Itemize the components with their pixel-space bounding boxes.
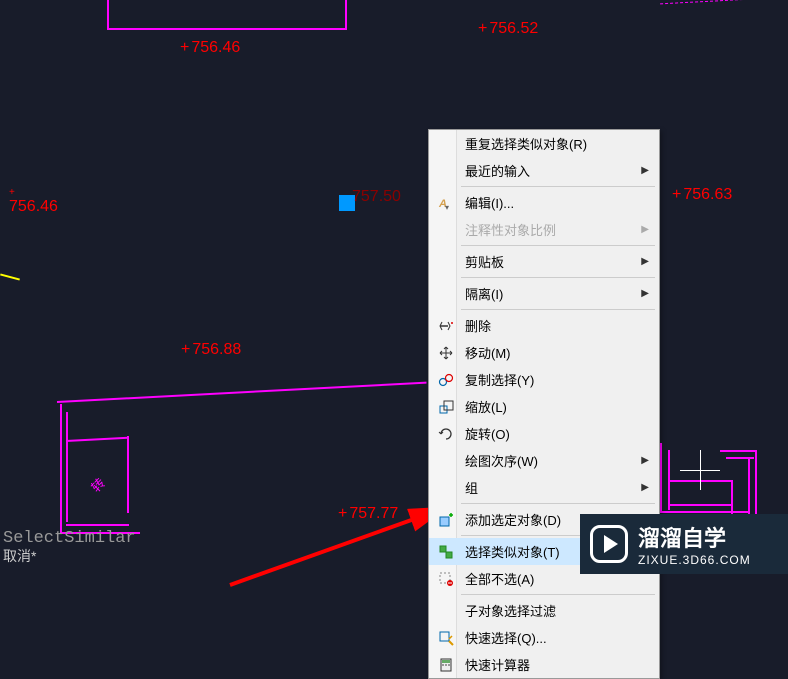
drawing-line: [0, 273, 20, 280]
menu-item-subobject-filter[interactable]: 子对象选择过滤: [429, 597, 659, 624]
chevron-right-icon: ▶: [641, 256, 649, 267]
crosshair-cursor: [680, 450, 720, 490]
play-icon: [590, 525, 628, 563]
menu-item-annotation-scale: 注释性对象比例 ▶: [429, 216, 659, 243]
menu-separator: [461, 594, 655, 595]
drawing-line: [660, 511, 750, 513]
drawing-line: [726, 457, 754, 459]
command-cancel: 取消*: [3, 546, 36, 566]
elevation-label: +756.88: [181, 341, 241, 359]
context-menu: 重复选择类似对象(R) 最近的输入 ▶ A▾ 编辑(I)... 注释性对象比例 …: [428, 129, 660, 679]
watermark-title: 溜溜自学: [638, 521, 751, 553]
menu-item-quick-select[interactable]: 快速选择(Q)...: [429, 624, 659, 651]
menu-item-edit[interactable]: A▾ 编辑(I)...: [429, 189, 659, 216]
delete-icon: [437, 317, 455, 335]
drawing-line: [107, 0, 109, 28]
menu-separator: [461, 309, 655, 310]
menu-separator: [461, 277, 655, 278]
chevron-right-icon: ▶: [641, 455, 649, 466]
drawing-line: [660, 0, 788, 4]
menu-separator: [461, 186, 655, 187]
drawing-line: [66, 412, 68, 522]
scale-icon: [437, 398, 455, 416]
menu-item-scale[interactable]: 缩放(L): [429, 393, 659, 420]
drawing-line: [57, 382, 427, 403]
watermark: 溜溜自学 ZIXUE.3D66.COM: [580, 514, 788, 574]
menu-item-repeat[interactable]: 重复选择类似对象(R): [429, 130, 659, 157]
menu-item-calculator[interactable]: 快速计算器: [429, 651, 659, 678]
drawing-line: [60, 404, 62, 532]
menu-item-draw-order[interactable]: 绘图次序(W) ▶: [429, 447, 659, 474]
elevation-label: +757.77: [338, 505, 398, 523]
menu-separator: [461, 503, 655, 504]
menu-item-clipboard[interactable]: 剪贴板 ▶: [429, 248, 659, 275]
drawing-line: [660, 443, 662, 513]
drawing-line: [668, 480, 733, 482]
copy-icon: [437, 371, 455, 389]
calculator-icon: [437, 656, 455, 674]
drawing-line: [345, 0, 347, 30]
quick-select-icon: [437, 629, 455, 647]
rotate-icon: [437, 425, 455, 443]
watermark-url: ZIXUE.3D66.COM: [638, 553, 751, 567]
elevation-label: +756.46: [9, 187, 58, 216]
elevation-label: +756.46: [180, 39, 240, 57]
drawing-line: [668, 504, 733, 506]
menu-item-recent-input[interactable]: 最近的输入 ▶: [429, 157, 659, 184]
add-select-icon: [437, 511, 455, 529]
elevation-label: +756.52: [478, 20, 538, 38]
chevron-right-icon: ▶: [641, 165, 649, 176]
chevron-right-icon: ▶: [641, 482, 649, 493]
drawing-line: [66, 437, 129, 442]
elevation-label: 757.50: [352, 188, 401, 206]
menu-item-copy[interactable]: 复制选择(Y): [429, 366, 659, 393]
svg-text:▾: ▾: [445, 203, 449, 211]
elevation-label: +756.63: [672, 186, 732, 204]
menu-item-isolate[interactable]: 隔离(I) ▶: [429, 280, 659, 307]
drawing-line: [107, 28, 347, 30]
drawing-line: [66, 524, 129, 526]
chevron-right-icon: ▶: [641, 288, 649, 299]
move-icon: [437, 344, 455, 362]
menu-item-rotate[interactable]: 旋转(O): [429, 420, 659, 447]
deselect-icon: [437, 570, 455, 588]
chevron-right-icon: ▶: [641, 224, 649, 235]
menu-separator: [461, 245, 655, 246]
edit-icon: A▾: [437, 194, 455, 212]
menu-item-delete[interactable]: 删除: [429, 312, 659, 339]
drawing-line: [720, 450, 755, 452]
drawing-line: [127, 436, 129, 513]
menu-item-move[interactable]: 移动(M): [429, 339, 659, 366]
menu-item-group[interactable]: 组 ▶: [429, 474, 659, 501]
select-similar-icon: [437, 543, 455, 561]
drawing-line: [755, 450, 757, 520]
canvas-text: 转: [86, 473, 109, 496]
